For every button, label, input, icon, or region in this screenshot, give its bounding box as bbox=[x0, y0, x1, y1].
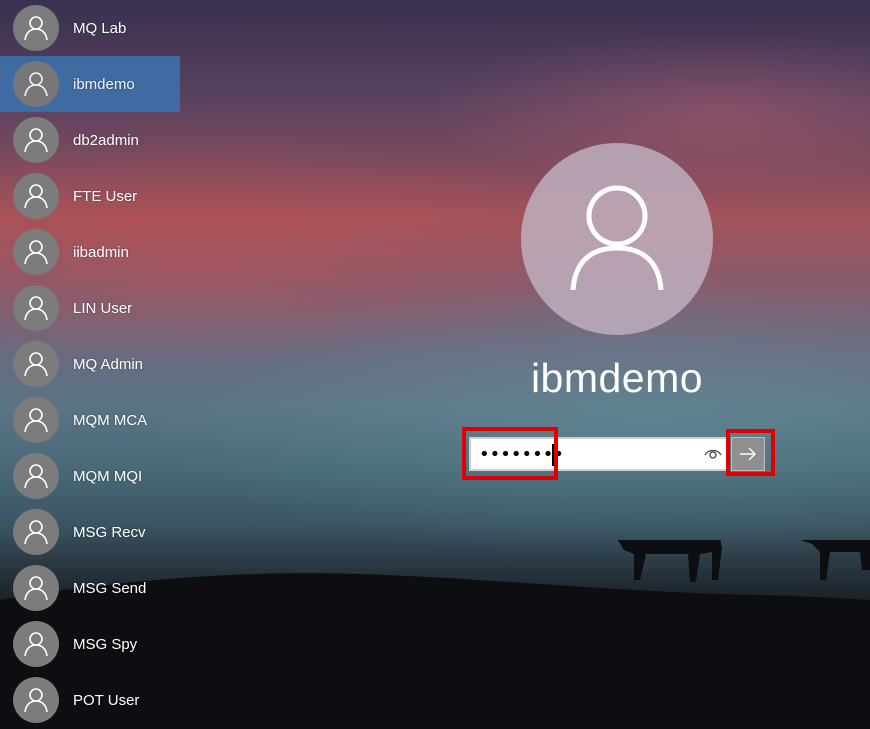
user-name: MSG Send bbox=[73, 579, 147, 597]
user-name: MSG Recv bbox=[73, 523, 146, 541]
arrow-right-icon bbox=[740, 447, 756, 461]
avatar bbox=[13, 341, 59, 387]
person-icon bbox=[24, 688, 48, 713]
user-item[interactable]: MSG Spy bbox=[0, 616, 180, 672]
avatar bbox=[13, 509, 59, 555]
person-icon bbox=[24, 632, 48, 657]
text-caret bbox=[552, 444, 554, 466]
person-icon bbox=[24, 352, 48, 377]
user-item[interactable]: db2admin bbox=[0, 112, 180, 168]
user-name: POT User bbox=[73, 691, 140, 709]
user-avatar-large bbox=[521, 143, 713, 335]
avatar bbox=[13, 397, 59, 443]
current-user-name: ibmdemo bbox=[530, 355, 704, 401]
person-icon bbox=[24, 72, 48, 97]
user-name: MQ Lab bbox=[73, 19, 127, 37]
avatar bbox=[13, 565, 59, 611]
avatar bbox=[13, 677, 59, 723]
user-name: db2admin bbox=[73, 131, 139, 149]
user-item[interactable]: MQM MCA bbox=[0, 392, 180, 448]
user-name: ibmdemo bbox=[73, 75, 135, 93]
user-name: MSG Spy bbox=[73, 635, 138, 653]
avatar bbox=[13, 61, 59, 107]
avatar bbox=[13, 285, 59, 331]
user-item[interactable]: MSG Send bbox=[0, 560, 180, 616]
user-item[interactable]: MQ Lab bbox=[0, 0, 180, 56]
user-item[interactable]: iibadmin bbox=[0, 224, 180, 280]
submit-button[interactable] bbox=[731, 437, 765, 471]
person-icon bbox=[24, 240, 48, 265]
avatar bbox=[13, 621, 59, 667]
user-item[interactable]: MSG Recv bbox=[0, 504, 180, 560]
avatar bbox=[13, 229, 59, 275]
user-name: LIN User bbox=[73, 299, 133, 317]
user-name: FTE User bbox=[73, 187, 138, 205]
user-item[interactable]: FTE User bbox=[0, 168, 180, 224]
person-icon bbox=[24, 296, 48, 321]
avatar bbox=[13, 453, 59, 499]
user-name: MQM MQI bbox=[73, 467, 143, 485]
user-name: iibadmin bbox=[73, 243, 129, 261]
person-icon bbox=[24, 408, 48, 433]
user-name: MQM MCA bbox=[73, 411, 148, 429]
user-item[interactable]: POT User bbox=[0, 672, 180, 728]
eye-icon[interactable] bbox=[704, 447, 722, 461]
person-icon bbox=[24, 464, 48, 489]
person-icon bbox=[24, 576, 48, 601]
password-input[interactable]: •••••••• bbox=[469, 437, 728, 471]
person-icon bbox=[24, 16, 48, 41]
person-icon bbox=[24, 128, 48, 153]
user-name: MQ Admin bbox=[73, 355, 144, 373]
person-icon bbox=[570, 185, 664, 291]
user-item[interactable]: MQ Admin bbox=[0, 336, 180, 392]
avatar bbox=[13, 173, 59, 219]
user-item[interactable]: MQM MQI bbox=[0, 448, 180, 504]
person-icon bbox=[24, 520, 48, 545]
avatar bbox=[13, 117, 59, 163]
user-item[interactable]: LIN User bbox=[0, 280, 180, 336]
user-list: MQ Lab ibmdemo db2admin FTE User iibadmin LIN… bbox=[0, 0, 180, 728]
avatar bbox=[13, 5, 59, 51]
user-item[interactable]: ibmdemo bbox=[0, 56, 180, 112]
person-icon bbox=[24, 184, 48, 209]
